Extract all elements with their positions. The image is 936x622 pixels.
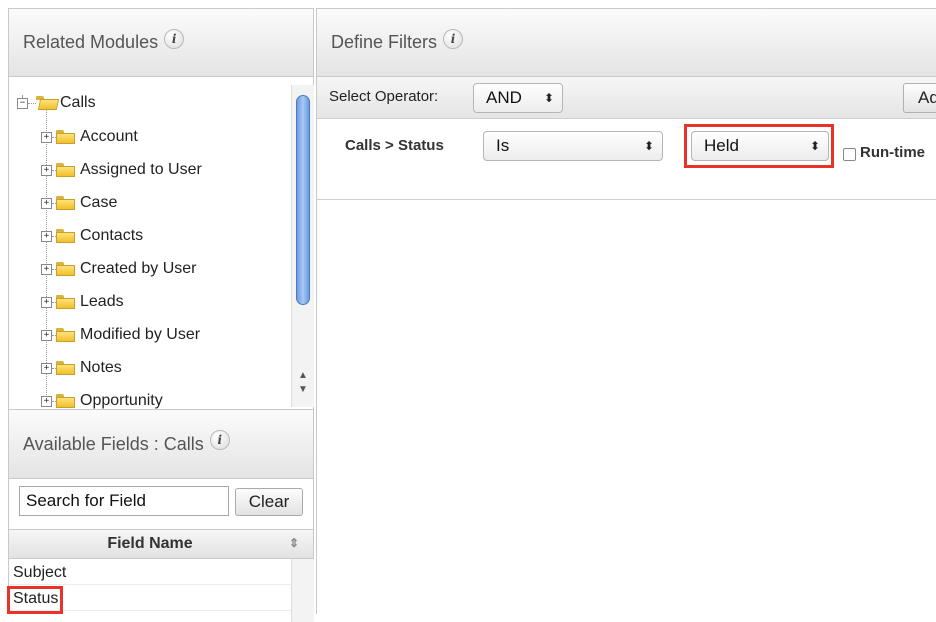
tree-node-label: Account (80, 128, 138, 145)
folder-icon (56, 328, 75, 342)
related-modules-header: Related Modules i (9, 9, 313, 77)
filter-row: Calls > Status Is ⬍ Held ⬍ Run-time (317, 119, 936, 200)
tree-node-modified-by-user[interactable]: + Modified by User (41, 323, 200, 347)
tree-node-account[interactable]: + Account (41, 125, 138, 149)
runtime-label: Run-time (860, 144, 925, 161)
available-fields-header: Available Fields : Calls i (9, 409, 313, 479)
filter-field-label: Calls > Status (345, 137, 444, 154)
tree-node-created-by-user[interactable]: + Created by User (41, 257, 197, 281)
tree-node-label: Leads (80, 293, 124, 310)
expand-icon[interactable]: + (41, 329, 52, 341)
operator-select[interactable]: AND ⬍ (473, 83, 563, 113)
folder-icon (56, 262, 75, 276)
expand-icon[interactable]: + (41, 263, 52, 275)
operator-bar: Select Operator: AND ⬍ Ad (317, 77, 936, 119)
expand-icon[interactable]: + (41, 230, 52, 242)
related-modules-title: Related Modules (23, 32, 159, 52)
status-highlight-box (7, 586, 63, 614)
sort-icon[interactable]: ⇕ (289, 536, 299, 550)
field-name-column-header[interactable]: Field Name ⇕ (9, 529, 313, 559)
folder-icon (56, 229, 75, 243)
tree-node-label: Contacts (80, 227, 144, 244)
tree-node-label: Opportunity (80, 392, 163, 409)
tree-node-calls[interactable]: − Calls (17, 91, 96, 115)
field-row-subject[interactable]: Subject (9, 561, 291, 585)
tree-node-leads[interactable]: + Leads (41, 290, 124, 314)
tree-node-label: Modified by User (80, 326, 201, 343)
tree-node-label: Notes (80, 359, 122, 376)
tree-node-label: Case (80, 194, 118, 211)
clear-button[interactable]: Clear (235, 488, 303, 516)
folder-icon (56, 130, 75, 144)
folder-icon (56, 163, 75, 177)
tree-node-assigned-to-user[interactable]: + Assigned to User (41, 158, 202, 182)
folder-icon (56, 394, 75, 408)
scrollbar-thumb[interactable] (296, 95, 310, 305)
tree-node-opportunity[interactable]: + Opportunity (41, 389, 163, 409)
comparator-select[interactable]: Is ⬍ (483, 131, 663, 161)
folder-open-icon (36, 96, 60, 110)
runtime-checkbox[interactable] (843, 148, 856, 161)
tree-node-label: Created by User (80, 260, 197, 277)
select-arrows-icon: ⬍ (543, 91, 554, 105)
field-search-input[interactable]: Search for Field (19, 486, 229, 516)
define-filters-header: Define Filters i (317, 9, 936, 77)
info-icon[interactable]: i (443, 28, 464, 49)
define-filters-title: Define Filters (331, 32, 438, 52)
expand-icon[interactable]: + (41, 131, 52, 143)
left-panel: Related Modules i − Calls + Account + As… (7, 8, 314, 622)
expand-icon[interactable]: + (41, 197, 52, 209)
comparator-select-value: Is (496, 136, 510, 155)
select-arrows-icon: ⬍ (643, 139, 654, 153)
folder-icon (56, 361, 75, 375)
module-tree: − Calls + Account + Assigned to User + C… (9, 77, 313, 409)
column-header-label: Field Name (107, 535, 193, 552)
info-icon[interactable]: i (164, 28, 185, 49)
right-panel: Define Filters i Select Operator: AND ⬍ … (316, 8, 936, 614)
tree-node-notes[interactable]: + Notes (41, 356, 122, 380)
select-operator-label: Select Operator: (329, 88, 439, 105)
operator-select-value: AND (486, 88, 522, 107)
expand-icon[interactable]: + (41, 164, 52, 176)
tree-node-case[interactable]: + Case (41, 191, 117, 215)
tree-node-contacts[interactable]: + Contacts (41, 224, 143, 248)
scroll-down-arrow-icon[interactable]: ▼ (292, 383, 314, 397)
expand-icon[interactable]: + (41, 395, 52, 407)
add-filter-button[interactable]: Ad (903, 83, 936, 113)
collapse-icon[interactable]: − (17, 97, 28, 109)
available-fields-title: Available Fields : Calls (23, 433, 204, 454)
held-highlight-box (684, 124, 834, 168)
tree-node-label: Assigned to User (80, 161, 202, 178)
info-icon[interactable]: i (209, 430, 230, 450)
folder-icon (56, 295, 75, 309)
expand-icon[interactable]: + (41, 296, 52, 308)
tree-scrollbar[interactable]: ▲ ▼ (291, 85, 314, 407)
tree-node-label: Calls (60, 94, 96, 111)
scroll-up-arrow-icon[interactable]: ▲ (292, 369, 314, 383)
expand-icon[interactable]: + (41, 362, 52, 374)
folder-icon (56, 196, 75, 210)
